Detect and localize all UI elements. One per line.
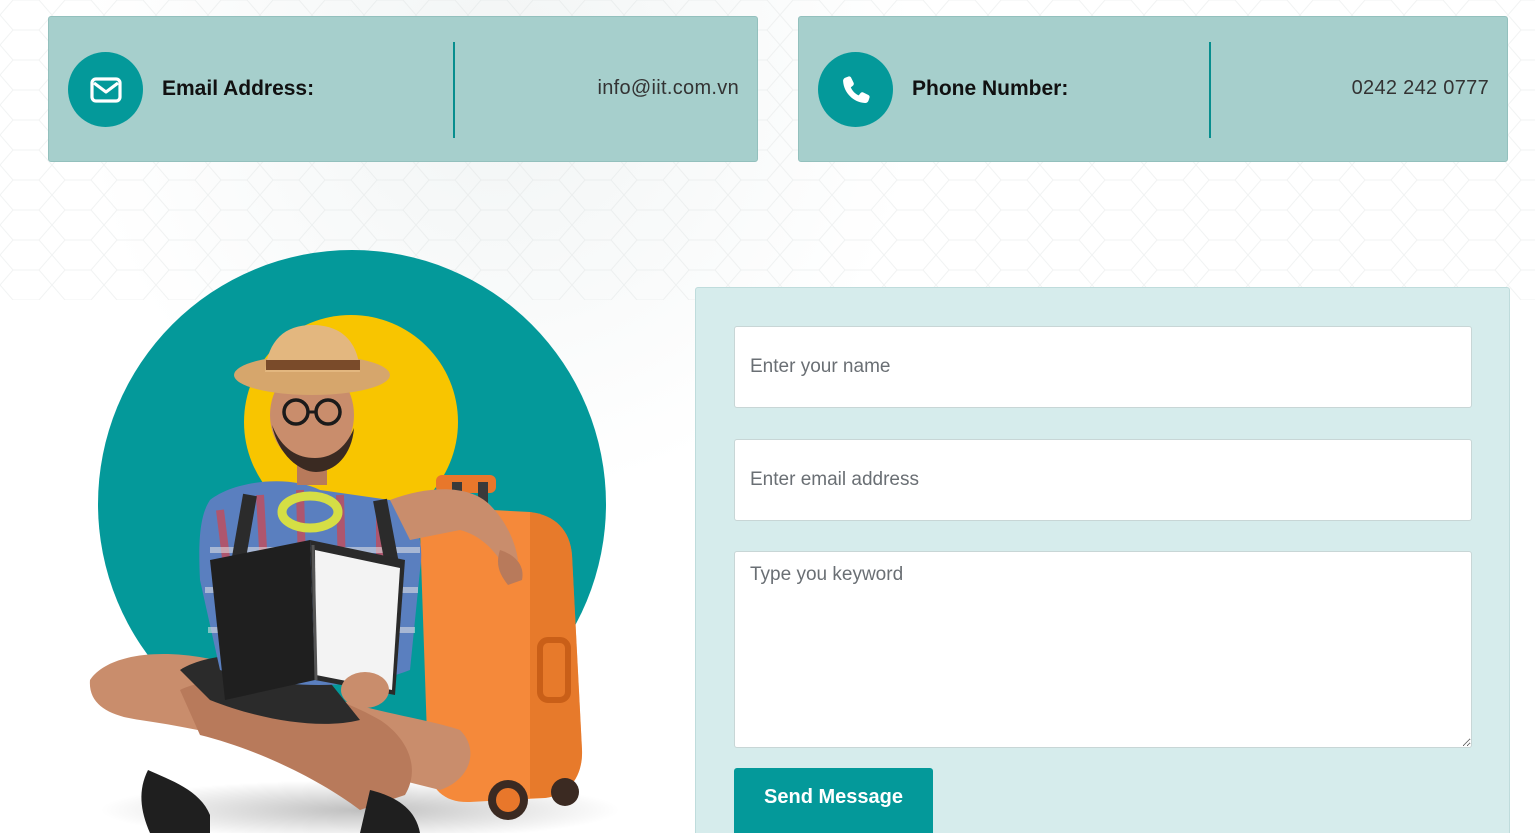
name-input[interactable] [734,326,1472,408]
email-card: Email Address: info@iit.com.vn [48,16,758,162]
email-icon-badge [68,52,143,127]
email-value[interactable]: info@iit.com.vn [597,77,739,100]
email-input[interactable] [734,439,1472,521]
send-message-button[interactable]: Send Message [734,768,933,833]
phone-icon-badge [818,52,893,127]
phone-card: Phone Number: 0242 242 0777 [798,16,1508,162]
message-textarea[interactable] [734,551,1472,748]
envelope-icon [89,76,122,103]
email-label: Email Address: [162,77,315,100]
card-divider [453,42,455,138]
phone-icon [842,75,870,103]
contact-form-panel: Send Message [695,287,1510,833]
phone-label: Phone Number: [912,77,1069,100]
card-divider [1209,42,1211,138]
contact-page: Email Address: info@iit.com.vn Phone Num… [0,0,1535,833]
phone-value[interactable]: 0242 242 0777 [1352,77,1489,100]
traveler-illustration [89,250,620,833]
